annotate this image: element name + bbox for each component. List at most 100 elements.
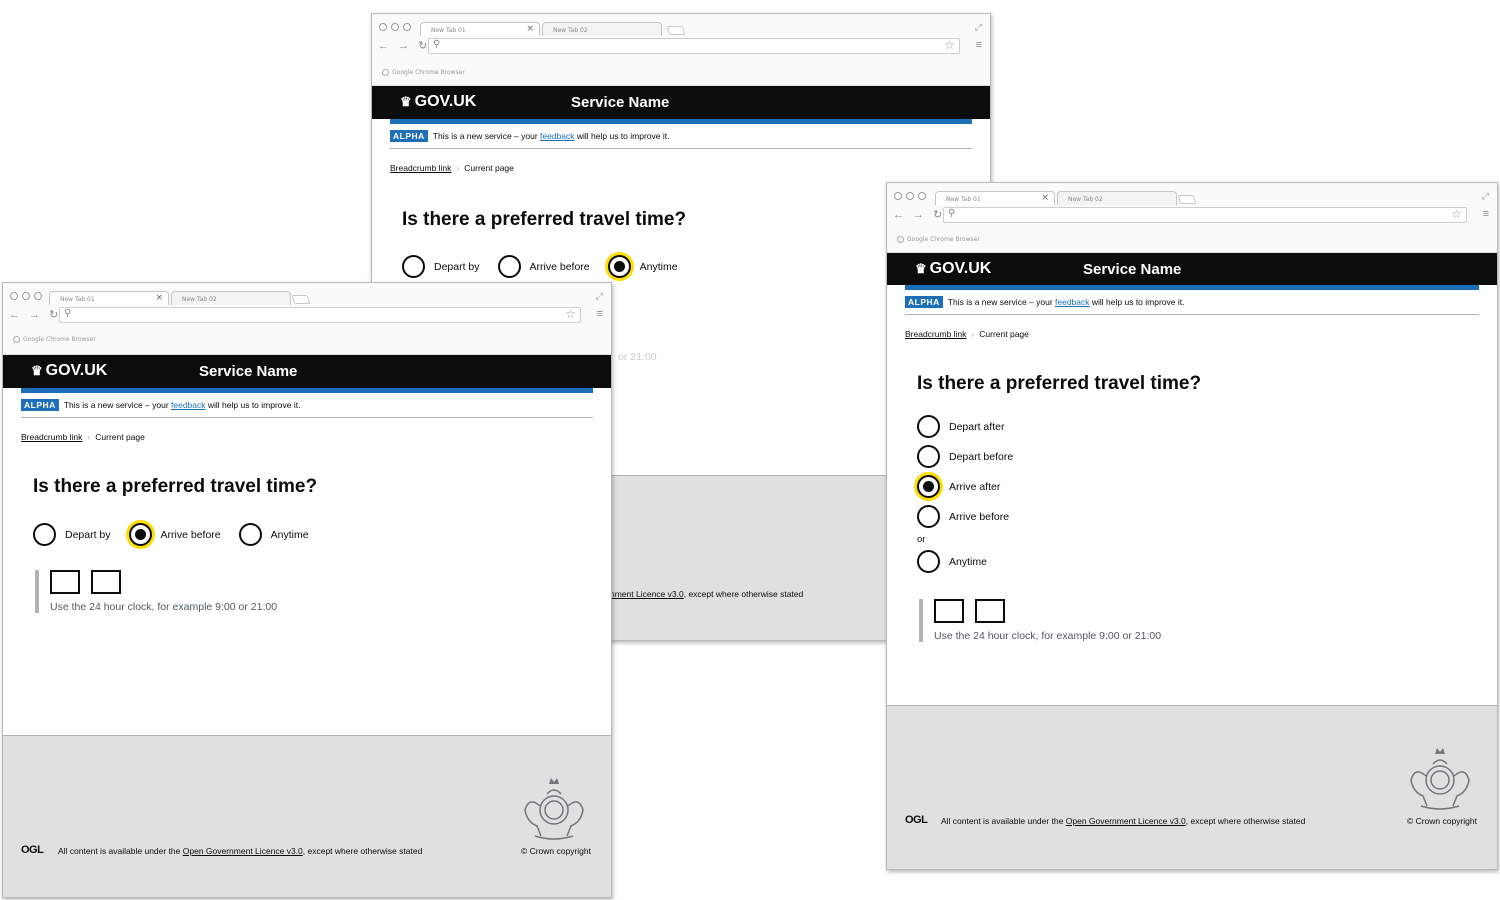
service-name[interactable]: Service Name [1083, 261, 1181, 278]
page-title: Is there a preferred travel time? [917, 373, 1202, 394]
footer: OGL All content is available under the O… [887, 705, 1497, 869]
tab-label: New Tab 01 [946, 196, 981, 203]
close-tab-icon[interactable]: × [155, 293, 163, 303]
hour-input[interactable] [934, 599, 964, 623]
fullscreen-icon[interactable]: ⤢ [1482, 191, 1489, 202]
radio-label: Depart by [434, 260, 480, 273]
licence-link[interactable]: Open Government Licence v3.0 [1066, 816, 1186, 826]
bookmark-label[interactable]: Google Chrome Browser [23, 336, 96, 343]
browser-tab-2[interactable]: New Tab 02 [1057, 191, 1177, 205]
licence-link[interactable]: nment Licence v3.0 [610, 589, 684, 599]
radio-depart-by[interactable]: Depart by [402, 255, 480, 278]
menu-icon[interactable]: ≡ [1483, 208, 1489, 220]
address-bar[interactable]: ⚲ ☆ [59, 307, 581, 323]
radio-circle-selected[interactable] [607, 255, 631, 278]
licence-link[interactable]: Open Government Licence v3.0 [183, 846, 303, 856]
crown-icon: ♛ [400, 94, 412, 109]
window-controls[interactable] [10, 292, 42, 300]
window-controls[interactable] [379, 23, 411, 31]
service-name[interactable]: Service Name [199, 363, 297, 380]
fullscreen-icon[interactable]: ⤢ [596, 291, 603, 302]
conditional-reveal: Use the 24 hour clock, for example 9:00 … [35, 570, 579, 613]
browser-tab-2[interactable]: New Tab 02 [171, 291, 291, 305]
radio-circle[interactable] [917, 445, 940, 468]
radio-anytime[interactable]: Anytime [917, 550, 1467, 573]
govuk-logo[interactable]: ♛ GOV.UK [915, 260, 991, 278]
radio-anytime[interactable]: Anytime [607, 255, 678, 278]
hour-input[interactable] [50, 570, 80, 594]
radio-circle[interactable] [33, 523, 56, 546]
browser-window-right: New Tab 01 × New Tab 02 ⤢ ← → ↻ ⚲ ☆ ≡ Goog… [886, 182, 1498, 870]
royal-coat-of-arms-icon [524, 778, 584, 840]
browser-chrome: New Tab 01 × New Tab 02 ⤢ ← → ↻ ⚲ ☆ ≡ Goog… [887, 183, 1497, 253]
radio-anytime[interactable]: Anytime [238, 523, 309, 546]
browser-tab-1[interactable]: New Tab 01 × [420, 22, 540, 36]
radio-label: Arrive after [949, 480, 1001, 493]
menu-icon[interactable]: ≡ [597, 308, 603, 320]
bookmark-icon [897, 236, 904, 243]
new-tab-button[interactable] [666, 26, 686, 35]
phase-banner: ALPHA This is a new service – your feedba… [21, 399, 593, 418]
feedback-link[interactable]: feedback [171, 400, 206, 410]
breadcrumb-current: Current page [95, 432, 145, 442]
minute-input[interactable] [975, 599, 1005, 623]
alpha-tag: ALPHA [21, 399, 59, 411]
crown-copyright[interactable]: © Crown copyright [521, 846, 591, 856]
radio-arrive-before[interactable]: Arrive before [917, 505, 1467, 528]
breadcrumb: Breadcrumb link › Current page [21, 432, 593, 442]
banner-text: This is a new service – your [947, 297, 1056, 307]
govuk-logo[interactable]: ♛ GOV.UK [31, 362, 107, 380]
bookmark-label[interactable]: Google Chrome Browser [907, 236, 980, 243]
service-name[interactable]: Service Name [571, 94, 669, 111]
new-tab-button[interactable] [291, 295, 311, 304]
breadcrumb-link[interactable]: Breadcrumb link [905, 329, 966, 339]
radio-circle-selected[interactable] [128, 523, 152, 546]
menu-icon[interactable]: ≡ [976, 39, 982, 51]
radio-circle[interactable] [497, 255, 521, 278]
radio-arrive-before[interactable]: Arrive before [128, 523, 221, 546]
breadcrumb-link[interactable]: Breadcrumb link [21, 432, 82, 442]
radio-circle-selected[interactable] [917, 475, 940, 498]
radio-depart-by[interactable]: Depart by [33, 523, 111, 546]
minute-input[interactable] [91, 570, 121, 594]
back-forward-reload-icons[interactable]: ← → ↻ [9, 308, 61, 321]
close-tab-icon[interactable]: × [526, 24, 534, 34]
new-tab-button[interactable] [1177, 195, 1197, 204]
govuk-header: ♛ GOV.UK Service Name [372, 86, 990, 119]
fullscreen-icon[interactable]: ⤢ [975, 22, 982, 33]
crown-icon: ♛ [915, 261, 927, 276]
radio-circle[interactable] [917, 550, 940, 573]
radio-arrive-after[interactable]: Arrive after [917, 475, 1467, 498]
radio-circle[interactable] [917, 505, 940, 528]
tab-label: New Tab 02 [553, 27, 588, 34]
bookmark-label[interactable]: Google Chrome Browser [392, 69, 465, 76]
radio-label: Arrive before [949, 510, 1010, 523]
bookmark-star-icon[interactable]: ☆ [1451, 207, 1462, 221]
browser-tab-2[interactable]: New Tab 02 [542, 22, 662, 36]
address-bar[interactable]: ⚲ ☆ [943, 207, 1467, 223]
window-controls[interactable] [894, 192, 926, 200]
browser-tab-1[interactable]: New Tab 01 × [49, 291, 169, 305]
radio-depart-after[interactable]: Depart after [917, 415, 1467, 438]
back-forward-reload-icons[interactable]: ← → ↻ [893, 208, 945, 221]
govuk-logo[interactable]: ♛ GOV.UK [400, 93, 476, 111]
bookmark-star-icon[interactable]: ☆ [944, 38, 955, 52]
radio-circle[interactable] [238, 523, 262, 546]
bookmark-star-icon[interactable]: ☆ [565, 307, 576, 321]
ogl-logo: OGL [21, 844, 44, 856]
banner-text: will help us to improve it. [205, 400, 301, 410]
radio-circle[interactable] [917, 415, 940, 438]
radio-arrive-before[interactable]: Arrive before [497, 255, 590, 278]
radio-circle[interactable] [402, 255, 425, 278]
radio-depart-before[interactable]: Depart before [917, 445, 1467, 468]
close-tab-icon[interactable]: × [1041, 193, 1049, 203]
back-forward-reload-icons[interactable]: ← → ↻ [378, 39, 430, 52]
feedback-link[interactable]: feedback [1055, 297, 1090, 307]
browser-tab-1[interactable]: New Tab 01 × [935, 191, 1055, 205]
breadcrumb-link[interactable]: Breadcrumb link [390, 163, 451, 173]
bookmarks-bar: Google Chrome Browser [13, 336, 96, 343]
address-bar[interactable]: ⚲ ☆ [428, 38, 960, 54]
feedback-link[interactable]: feedback [540, 131, 575, 141]
crown-copyright[interactable]: © Crown copyright [1407, 816, 1477, 826]
logo-text: GOV.UK [45, 362, 108, 379]
